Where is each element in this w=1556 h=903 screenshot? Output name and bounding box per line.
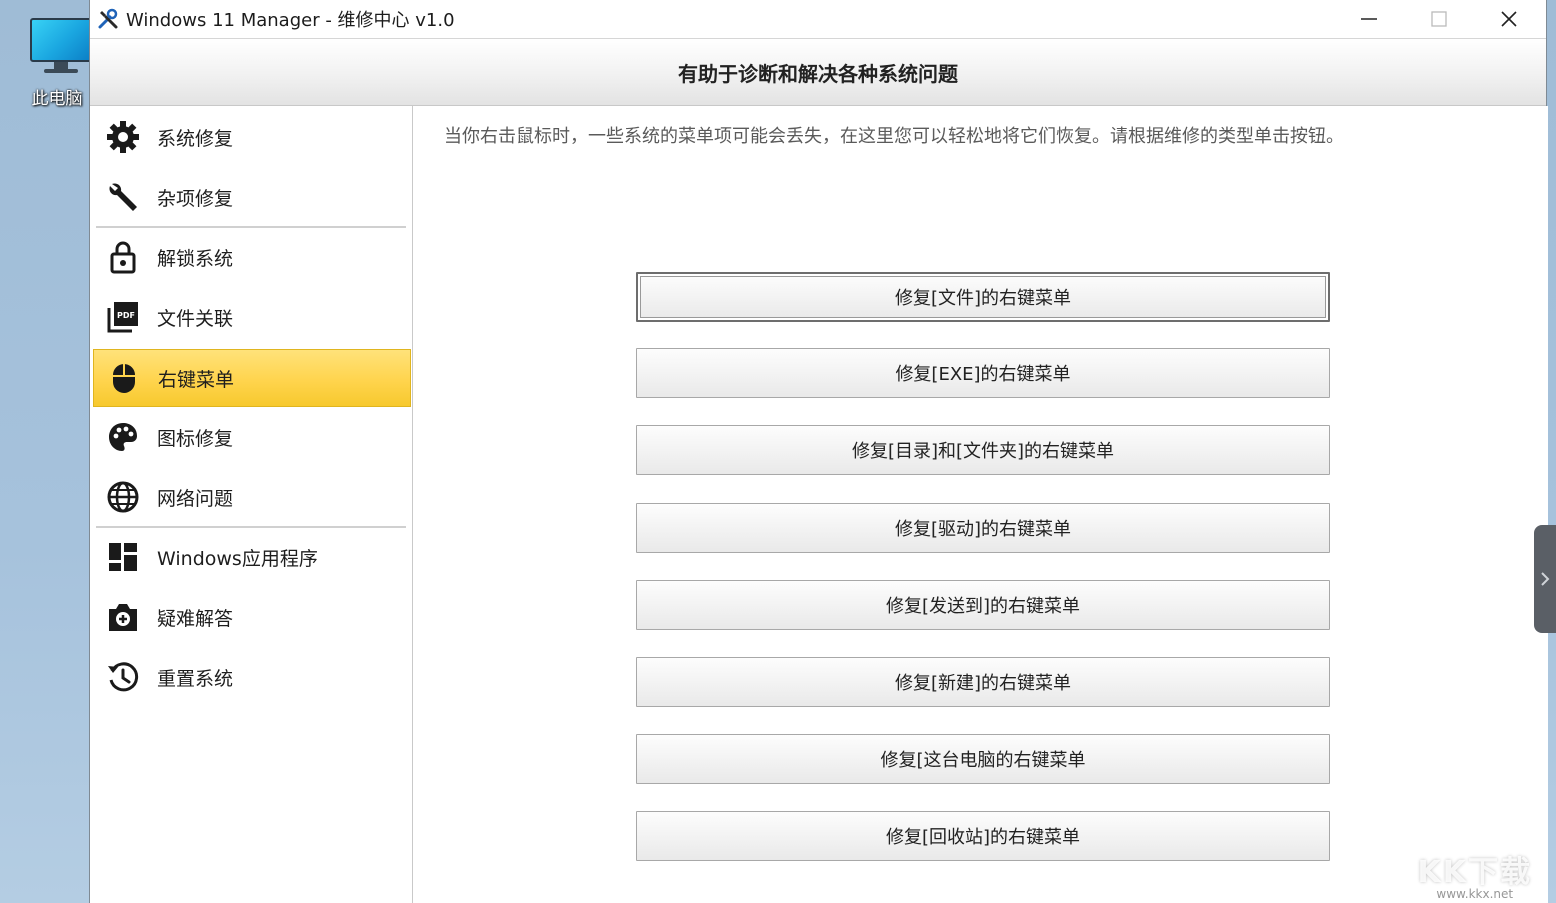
sidebar-item-system-repair[interactable]: 系统修复: [93, 108, 411, 166]
maximize-button[interactable]: [1404, 0, 1474, 38]
mouse-icon: [106, 360, 142, 396]
chevron-right-icon: [1541, 572, 1550, 586]
fix-drive-context-menu-button[interactable]: 修复[驱动]的右键菜单: [636, 503, 1330, 553]
unlock-icon: [105, 239, 141, 275]
window-title: Windows 11 Manager - 维修中心 v1.0: [126, 10, 455, 31]
sidebar-item-unlock-system[interactable]: 解锁系统: [93, 228, 411, 286]
fix-this-pc-context-menu-button[interactable]: 修复[这台电脑的右键菜单: [636, 734, 1330, 784]
sidebar-item-label: 右键菜单: [158, 368, 235, 391]
sidebar-item-windows-apps[interactable]: Windows应用程序: [93, 528, 411, 586]
sidebar: 系统修复 杂项修复 解锁系统 PDF 文件关联 右键菜单 图标修复 网络问题 W…: [90, 106, 413, 903]
header-title: 有助于诊断和解决各种系统问题: [678, 61, 958, 86]
tools-app-icon: [98, 8, 118, 29]
windows-apps-icon: [105, 539, 141, 575]
pdf-file-icon: PDF: [105, 299, 141, 335]
header-band: 有助于诊断和解决各种系统问题: [90, 38, 1546, 106]
fix-file-context-menu-button[interactable]: 修复[文件]的右键菜单: [636, 272, 1330, 322]
this-pc-label: 此电脑: [31, 89, 83, 109]
sidebar-item-label: 杂项修复: [157, 187, 234, 210]
this-pc-desktop-icon[interactable]: 此电脑: [18, 14, 96, 109]
app-window: Windows 11 Manager - 维修中心 v1.0 有助于诊断和解决各…: [89, 0, 1548, 903]
sidebar-item-label: Windows应用程序: [157, 547, 318, 570]
watermark-logo: KK下载: [1417, 855, 1532, 890]
history-icon: [105, 659, 141, 695]
fix-recycle-bin-context-menu-button[interactable]: 修复[回收站]的右键菜单: [636, 811, 1330, 861]
monitor-icon: [24, 14, 92, 73]
main-content: 当你右击鼠标时，一些系统的菜单项可能会丢失，在这里您可以轻松地将它们恢复。请根据…: [414, 106, 1548, 903]
sidebar-item-label: 解锁系统: [157, 247, 234, 270]
sidebar-item-troubleshoot[interactable]: 疑难解答: [93, 588, 411, 646]
fix-new-context-menu-button[interactable]: 修复[新建]的右键菜单: [636, 657, 1330, 707]
camera-help-icon: [105, 599, 141, 635]
title-bar[interactable]: Windows 11 Manager - 维修中心 v1.0: [90, 0, 1546, 38]
fix-directory-folder-context-menu-button[interactable]: 修复[目录]和[文件夹]的右键菜单: [636, 425, 1330, 475]
sidebar-item-reset-system[interactable]: 重置系统: [93, 648, 411, 706]
side-panel-handle[interactable]: [1534, 525, 1556, 633]
sidebar-item-misc-repair[interactable]: 杂项修复: [93, 168, 411, 226]
sidebar-item-label: 文件关联: [157, 307, 234, 330]
watermark: KK下载 www.kkx.net: [1418, 847, 1533, 901]
svg-text:PDF: PDF: [117, 311, 135, 320]
gear-icon: [105, 119, 141, 155]
intro-text: 当你右击鼠标时，一些系统的菜单项可能会丢失，在这里您可以轻松地将它们恢复。请根据…: [444, 126, 1344, 147]
sidebar-item-network[interactable]: 网络问题: [93, 468, 411, 526]
minimize-button[interactable]: [1334, 0, 1404, 38]
sidebar-item-icon-repair[interactable]: 图标修复: [93, 408, 411, 466]
fix-exe-context-menu-button[interactable]: 修复[EXE]的右键菜单: [636, 348, 1330, 398]
minimize-icon: [1361, 18, 1377, 20]
globe-icon: [105, 479, 141, 515]
fix-send-to-context-menu-button[interactable]: 修复[发送到]的右键菜单: [636, 580, 1330, 630]
maximize-icon: [1431, 11, 1447, 27]
sidebar-item-label: 疑难解答: [157, 607, 234, 630]
close-button[interactable]: [1474, 0, 1544, 38]
sidebar-item-label: 图标修复: [157, 427, 234, 450]
sidebar-item-label: 网络问题: [157, 487, 234, 510]
sidebar-item-label: 系统修复: [157, 127, 234, 150]
close-icon: [1501, 11, 1517, 27]
wrench-icon: [105, 179, 141, 215]
palette-icon: [105, 419, 141, 455]
sidebar-item-context-menu[interactable]: 右键菜单: [93, 349, 411, 407]
sidebar-item-file-association[interactable]: PDF 文件关联: [93, 288, 411, 346]
sidebar-item-label: 重置系统: [157, 667, 234, 690]
